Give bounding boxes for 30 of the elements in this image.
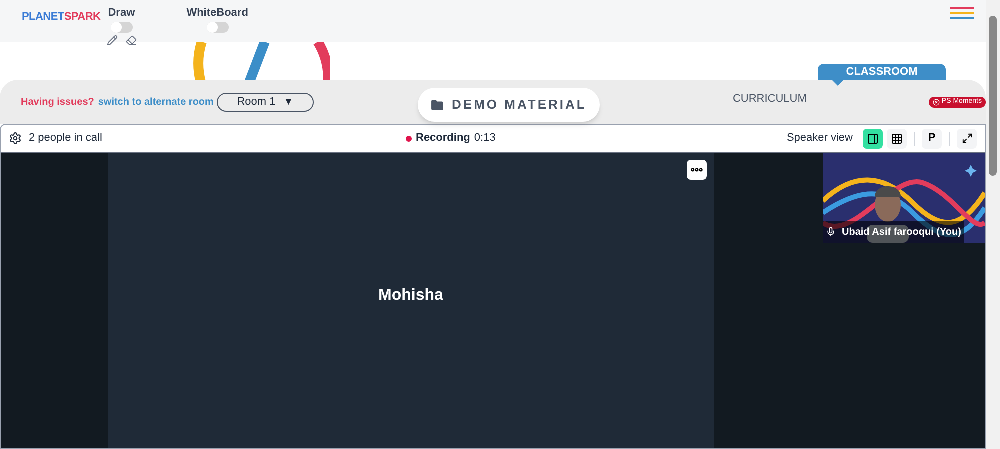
- fullscreen-button[interactable]: [957, 128, 977, 148]
- tab[interactable]: CURRICULUM: [732, 90, 807, 108]
- settings-icon[interactable]: [9, 132, 22, 145]
- recording-time: 0:13: [474, 131, 496, 146]
- eraser-icon[interactable]: [126, 34, 137, 46]
- view-label: Speaker view: [786, 131, 853, 146]
- speaker-view-button[interactable]: [863, 128, 883, 148]
- sidebar-layout-icon: [867, 132, 879, 144]
- folder-icon: [431, 98, 444, 112]
- toggle-label: WhiteBoard: [186, 6, 248, 21]
- toggle-label: Draw: [108, 6, 136, 21]
- people-count: 2 people in call: [29, 131, 102, 146]
- demo-material-button[interactable]: DEMO MATERIAL: [418, 88, 600, 122]
- p-button[interactable]: P: [922, 128, 942, 148]
- more-button[interactable]: [687, 160, 707, 180]
- room-select[interactable]: Room 1 ▼: [216, 92, 314, 112]
- pencil-icon[interactable]: [106, 34, 118, 46]
- participant-name: Mohisha: [378, 286, 444, 306]
- toggle-switch[interactable]: [206, 22, 229, 32]
- menu-icon[interactable]: [950, 7, 974, 19]
- recording-label: Recording: [416, 131, 470, 146]
- grid-icon: [891, 132, 903, 144]
- scrollbar[interactable]: [986, 0, 1000, 449]
- grid-view-button[interactable]: [887, 128, 907, 148]
- microphone-icon: [826, 227, 836, 237]
- logo[interactable]: PLANETSPARK: [22, 9, 101, 26]
- self-name: Ubaid Asif farooqui (You): [842, 226, 962, 240]
- toggle-switch[interactable]: [110, 22, 133, 32]
- expand-icon: [962, 133, 972, 144]
- issue-text: Having issues?: [21, 96, 94, 110]
